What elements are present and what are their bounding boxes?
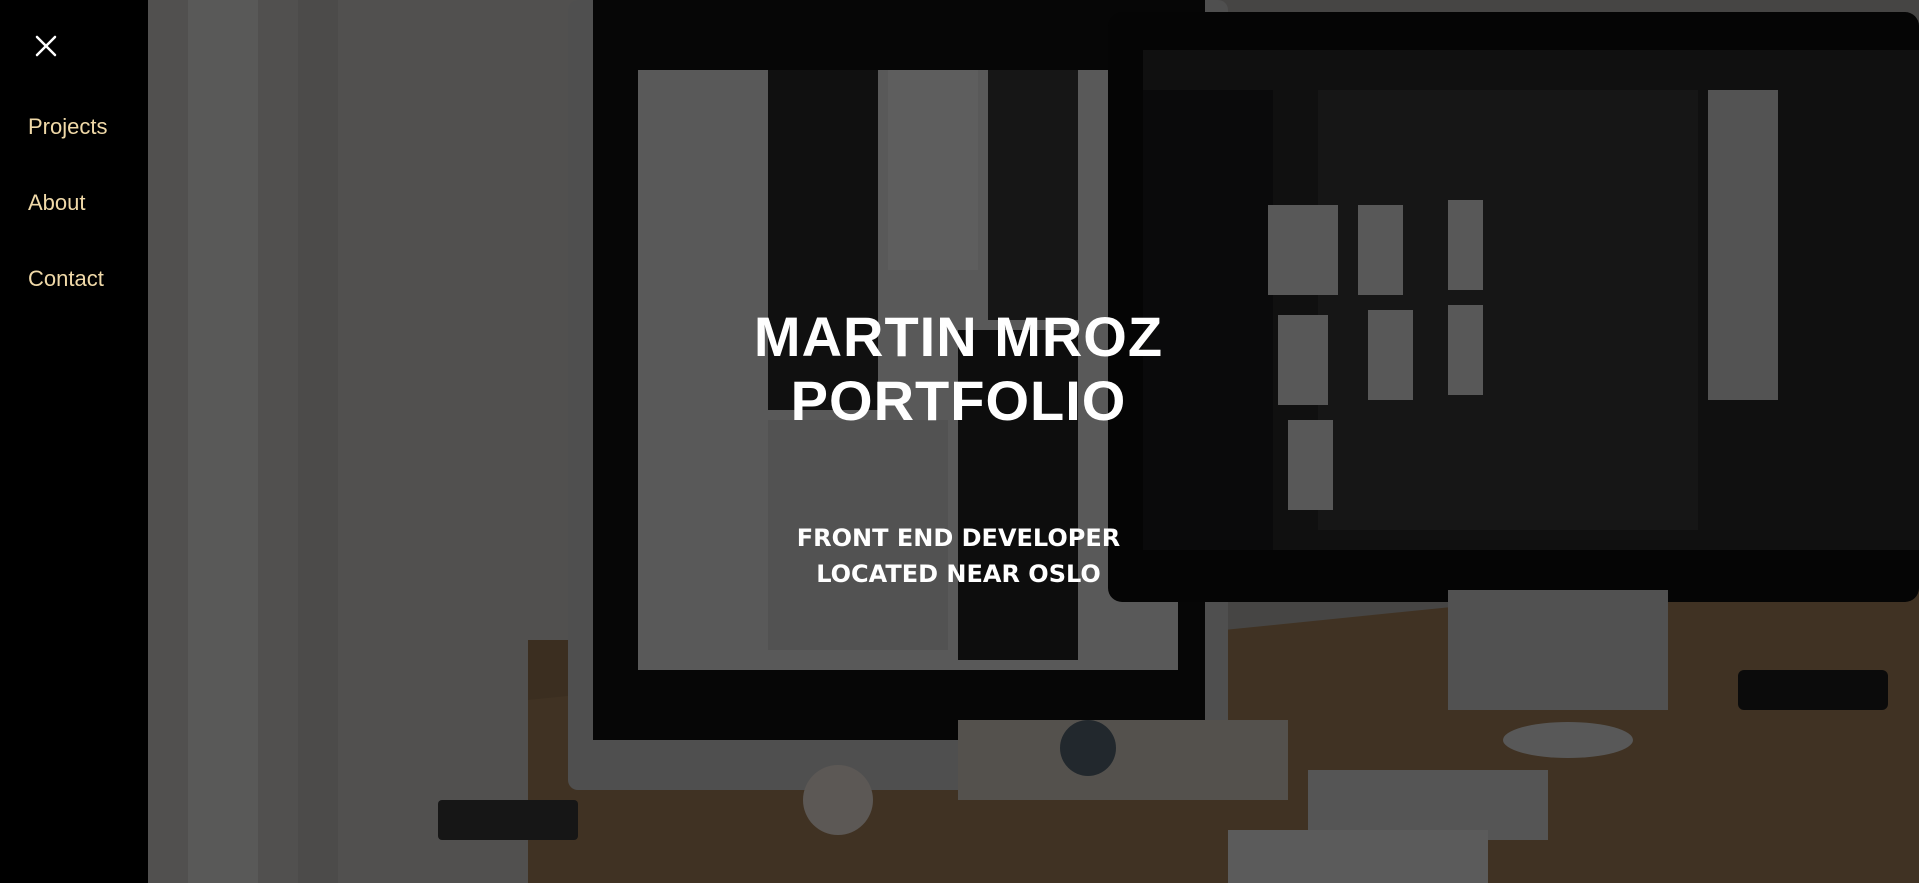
hero-subtitle: FRONT END DEVELOPER LOCATED NEAR OSLO bbox=[148, 520, 1769, 592]
nav-link-projects[interactable]: Projects bbox=[28, 110, 107, 140]
nav-item-projects: Projects bbox=[28, 110, 107, 186]
dark-overlay bbox=[148, 0, 1919, 883]
hero-title-line2: PORTFOLIO bbox=[790, 369, 1127, 432]
close-menu-button[interactable] bbox=[28, 28, 64, 64]
nav-item-about: About bbox=[28, 186, 107, 262]
hero-subtitle-line1: FRONT END DEVELOPER bbox=[796, 524, 1121, 552]
hero-title: MARTIN MROZ PORTFOLIO bbox=[148, 305, 1769, 433]
nav-item-contact: Contact bbox=[28, 262, 107, 338]
nav-menu: Projects About Contact bbox=[28, 110, 107, 338]
close-icon bbox=[35, 35, 57, 57]
nav-link-about[interactable]: About bbox=[28, 186, 86, 216]
side-nav: Projects About Contact bbox=[0, 0, 148, 883]
hero-title-line1: MARTIN MROZ bbox=[753, 305, 1164, 368]
nav-link-contact[interactable]: Contact bbox=[28, 262, 104, 292]
hero-subtitle-line2: LOCATED NEAR OSLO bbox=[816, 560, 1101, 588]
hero-section: MARTIN MROZ PORTFOLIO FRONT END DEVELOPE… bbox=[148, 0, 1919, 883]
